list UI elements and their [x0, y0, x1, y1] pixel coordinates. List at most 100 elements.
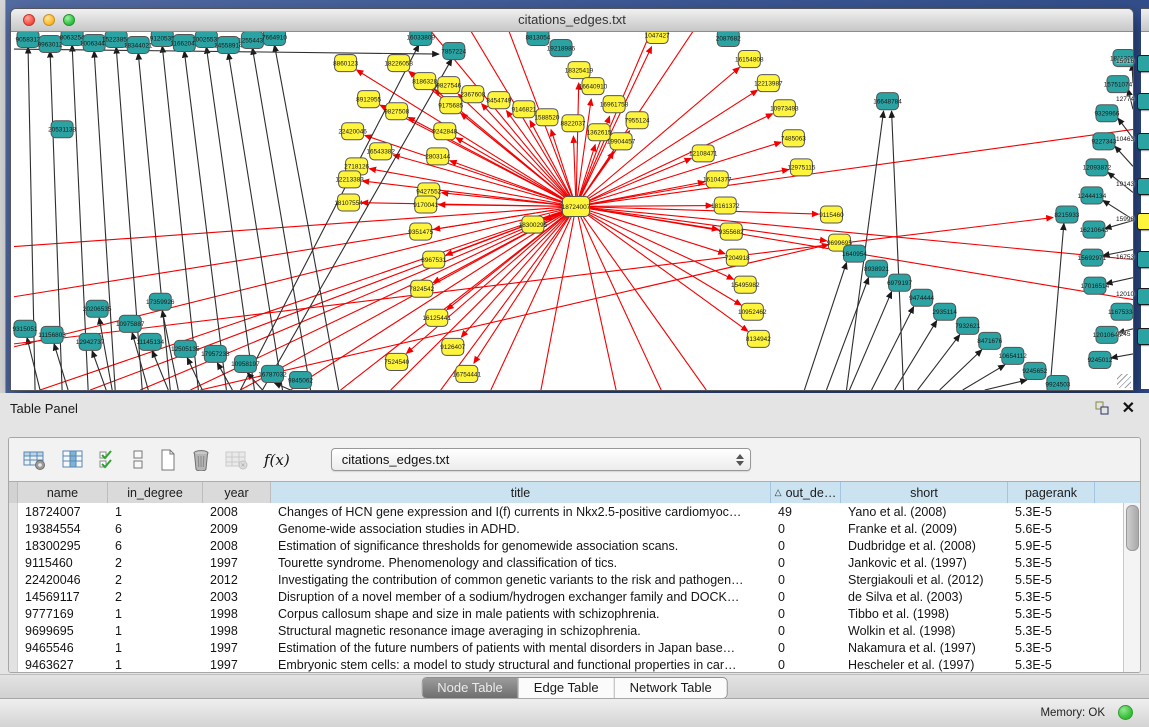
network-node[interactable]: 9146821 [511, 101, 536, 118]
window-resize-grip[interactable] [1117, 374, 1131, 388]
column-header-name[interactable]: name [18, 482, 108, 503]
table-row[interactable]: 977716911998Corpus callosum shape and si… [18, 605, 1124, 622]
network-node[interactable]: 10958197 [231, 355, 260, 372]
network-node[interactable]: 15495982 [731, 276, 760, 293]
network-node[interactable]: 12444134 [1078, 187, 1107, 204]
network-node[interactable]: 8912955 [356, 91, 381, 108]
network-node[interactable]: 7857224 [441, 43, 466, 60]
network-node[interactable]: 8938921 [864, 260, 889, 277]
network-node[interactable]: 8186328 [412, 73, 437, 90]
zoom-window-icon[interactable] [63, 14, 75, 26]
table-settings-button[interactable] [23, 449, 47, 471]
network-node[interactable]: 16787032 [258, 365, 287, 382]
network-node[interactable]: 19904457 [607, 133, 636, 150]
network-node[interactable]: 9351475 [408, 223, 433, 240]
network-window-titlebar[interactable]: citations_edges.txt [11, 9, 1133, 32]
column-header-pagerank[interactable]: pagerank [1008, 482, 1095, 503]
network-node[interactable]: 9170041 [413, 196, 438, 213]
network-node[interactable]: 18107554 [334, 194, 363, 211]
network-node[interactable]: 7524540 [384, 353, 409, 370]
network-node[interactable]: 17016514 [1081, 277, 1110, 294]
network-window[interactable]: citations_edges.txt 88601238912955182260… [10, 8, 1134, 391]
network-node[interactable]: 20206535 [83, 300, 112, 317]
network-node[interactable]: 16961758 [600, 96, 629, 113]
scrollbar-thumb[interactable] [1126, 505, 1139, 551]
column-header-title[interactable]: title [271, 482, 771, 503]
network-node[interactable]: 16033809 [406, 32, 435, 46]
network-node[interactable]: 18325419 [565, 62, 594, 79]
network-node[interactable]: 7664910 [262, 32, 287, 46]
delete-table-button[interactable] [192, 449, 210, 471]
close-window-icon[interactable] [23, 14, 35, 26]
network-node[interactable]: 9827508 [384, 103, 409, 120]
network-canvas[interactable]: 8860123891295518226058982750816543382224… [11, 32, 1133, 390]
network-node[interactable]: 9845062 [288, 371, 313, 388]
network-node[interactable]: 9115460 [819, 206, 844, 223]
network-node[interactable]: 16210643 [1080, 221, 1109, 238]
row-boxes-button[interactable] [132, 449, 144, 471]
network-node[interactable]: 8215933 [1054, 206, 1079, 223]
table-select-dropdown[interactable]: citations_edges.txt [331, 448, 751, 471]
network-node[interactable]: 6979197 [887, 274, 912, 291]
network-node[interactable]: 8454749 [486, 92, 511, 109]
vertical-scrollbar[interactable] [1123, 503, 1140, 672]
network-node[interactable]: 8813054 [525, 32, 550, 46]
network-node[interactable]: 1047427 [645, 32, 670, 44]
network-node[interactable]: 1640954 [842, 245, 867, 262]
network-node[interactable]: 18344021 [124, 37, 153, 54]
network-node[interactable]: 12108471 [689, 145, 718, 162]
network-node[interactable]: 18300295 [519, 216, 548, 233]
network-node[interactable]: 2367608 [460, 86, 485, 103]
network-node[interactable]: 2935114 [932, 303, 957, 320]
minimize-window-icon[interactable] [43, 14, 55, 26]
table-row[interactable]: 911546021997Tourette syndrome. Phenomeno… [18, 554, 1124, 571]
network-node[interactable]: 11156803 [38, 326, 66, 343]
network-node[interactable]: 12213987 [754, 75, 783, 92]
network-node[interactable]: 16648784 [873, 93, 902, 110]
network-node[interactable]: 9227343 [1091, 133, 1116, 150]
network-node[interactable]: 12505135 [171, 340, 200, 357]
network-node[interactable]: 7824542 [409, 280, 434, 297]
network-graph[interactable]: 8860123891295518226058982750816543382224… [11, 32, 1133, 390]
network-node[interactable]: 20531138 [48, 121, 76, 138]
network-node[interactable]: 7955124 [625, 112, 650, 129]
select-columns-button[interactable] [62, 449, 84, 471]
network-node[interactable]: 9242848 [432, 123, 457, 140]
network-node[interactable]: 11675334 [1108, 303, 1133, 320]
network-node[interactable]: 8822037 [561, 115, 586, 132]
column-header-out_de[interactable]: △out_de… [771, 482, 841, 503]
table-row[interactable]: 946362711997Embryonic stem cells: a mode… [18, 656, 1124, 673]
network-node[interactable]: 8471676 [977, 332, 1002, 349]
network-node[interactable]: 16125441 [423, 309, 452, 326]
function-builder-button[interactable]: f(x) [264, 451, 290, 469]
network-node[interactable]: 7204918 [725, 249, 750, 266]
network-node[interactable]: 1588520 [534, 109, 559, 126]
network-node[interactable]: 10973493 [770, 100, 799, 117]
network-node[interactable]: 9827546 [436, 77, 461, 94]
network-node[interactable]: 8967531 [421, 251, 446, 268]
network-node[interactable]: 10654112 [999, 347, 1027, 364]
table-row[interactable]: 969969511998Structural magnetic resonanc… [18, 622, 1124, 639]
table-row[interactable]: 1938455462009Genome-wide association stu… [18, 520, 1124, 537]
network-node[interactable]: 18161372 [711, 197, 740, 214]
float-panel-icon[interactable] [1095, 401, 1109, 415]
network-node[interactable]: 9315051 [13, 320, 38, 337]
network-node[interactable]: 12942737 [76, 333, 105, 350]
column-header-short[interactable]: short [841, 482, 1008, 503]
network-node[interactable]: 9474444 [909, 289, 934, 306]
network-node[interactable]: 16754441 [453, 365, 482, 382]
network-node[interactable]: 17359926 [146, 293, 175, 310]
network-hub-node[interactable]: 18724007 [562, 196, 591, 216]
network-node[interactable]: 10975887 [116, 315, 145, 332]
network-node[interactable]: 7485063 [781, 130, 806, 147]
network-node[interactable]: 10952462 [738, 303, 767, 320]
network-node[interactable]: 15692971 [1078, 249, 1107, 266]
network-node[interactable]: 8860123 [333, 55, 358, 72]
table-row[interactable]: 2242004622012Investigating the contribut… [18, 571, 1124, 588]
column-header-year[interactable]: year [203, 482, 271, 503]
column-header-in_degree[interactable]: in_degree [108, 482, 203, 503]
network-node[interactable]: 9355682 [719, 223, 744, 240]
network-node[interactable]: 2803144 [425, 148, 450, 165]
table-row[interactable]: 1872400712008Changes of HCN gene express… [18, 503, 1124, 520]
new-document-button[interactable] [159, 449, 177, 471]
